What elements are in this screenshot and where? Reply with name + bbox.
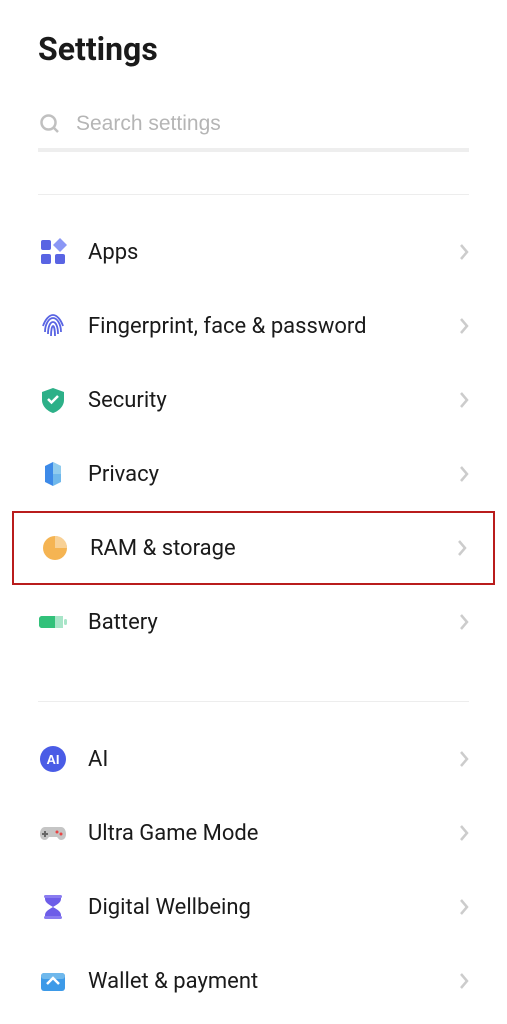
settings-item-ai[interactable]: AI AI xyxy=(0,722,507,796)
chevron-right-icon xyxy=(459,243,469,261)
chevron-right-icon xyxy=(457,539,467,557)
settings-item-fingerprint[interactable]: Fingerprint, face & password xyxy=(0,289,507,363)
settings-item-ram-storage[interactable]: RAM & storage xyxy=(12,511,495,585)
settings-item-digital-wellbeing[interactable]: Digital Wellbeing xyxy=(0,870,507,944)
search-wrapper xyxy=(38,106,469,152)
ai-icon: AI xyxy=(38,744,68,774)
privacy-icon xyxy=(38,459,68,489)
settings-item-apps[interactable]: Apps xyxy=(0,215,507,289)
settings-item-security[interactable]: Security xyxy=(0,363,507,437)
chevron-right-icon xyxy=(459,465,469,483)
storage-icon xyxy=(40,533,70,563)
chevron-right-icon xyxy=(459,898,469,916)
chevron-right-icon xyxy=(459,391,469,409)
search-bar[interactable] xyxy=(38,106,469,148)
battery-icon xyxy=(38,607,68,637)
settings-section-2: AI AI Ultra Game Mode xyxy=(0,702,507,1018)
svg-text:AI: AI xyxy=(47,752,60,767)
settings-item-label: Wallet & payment xyxy=(88,969,459,994)
settings-item-label: Battery xyxy=(88,610,459,635)
apps-icon xyxy=(38,237,68,267)
chevron-right-icon xyxy=(459,824,469,842)
settings-item-label: Privacy xyxy=(88,462,459,487)
chevron-right-icon xyxy=(459,972,469,990)
shield-icon xyxy=(38,385,68,415)
settings-item-wallet-payment[interactable]: Wallet & payment xyxy=(0,944,507,1018)
settings-item-label: AI xyxy=(88,747,459,772)
settings-item-label: Security xyxy=(88,388,459,413)
settings-item-label: RAM & storage xyxy=(90,536,457,561)
settings-item-ultra-game-mode[interactable]: Ultra Game Mode xyxy=(0,796,507,870)
settings-item-label: Ultra Game Mode xyxy=(88,821,459,846)
chevron-right-icon xyxy=(459,317,469,335)
settings-item-privacy[interactable]: Privacy xyxy=(0,437,507,511)
page-title: Settings xyxy=(0,0,507,88)
fingerprint-icon xyxy=(38,311,68,341)
hourglass-icon xyxy=(38,892,68,922)
settings-item-label: Digital Wellbeing xyxy=(88,895,459,920)
search-input[interactable] xyxy=(76,112,469,136)
settings-item-label: Apps xyxy=(88,240,459,265)
chevron-right-icon xyxy=(459,750,469,768)
search-icon xyxy=(38,112,62,136)
settings-section-1: Apps Fingerprint, face & password xyxy=(0,195,507,659)
wallet-icon xyxy=(38,966,68,996)
settings-item-label: Fingerprint, face & password xyxy=(88,314,459,339)
chevron-right-icon xyxy=(459,613,469,631)
search-underline xyxy=(38,148,469,152)
settings-item-battery[interactable]: Battery xyxy=(0,585,507,659)
gamepad-icon xyxy=(38,818,68,848)
